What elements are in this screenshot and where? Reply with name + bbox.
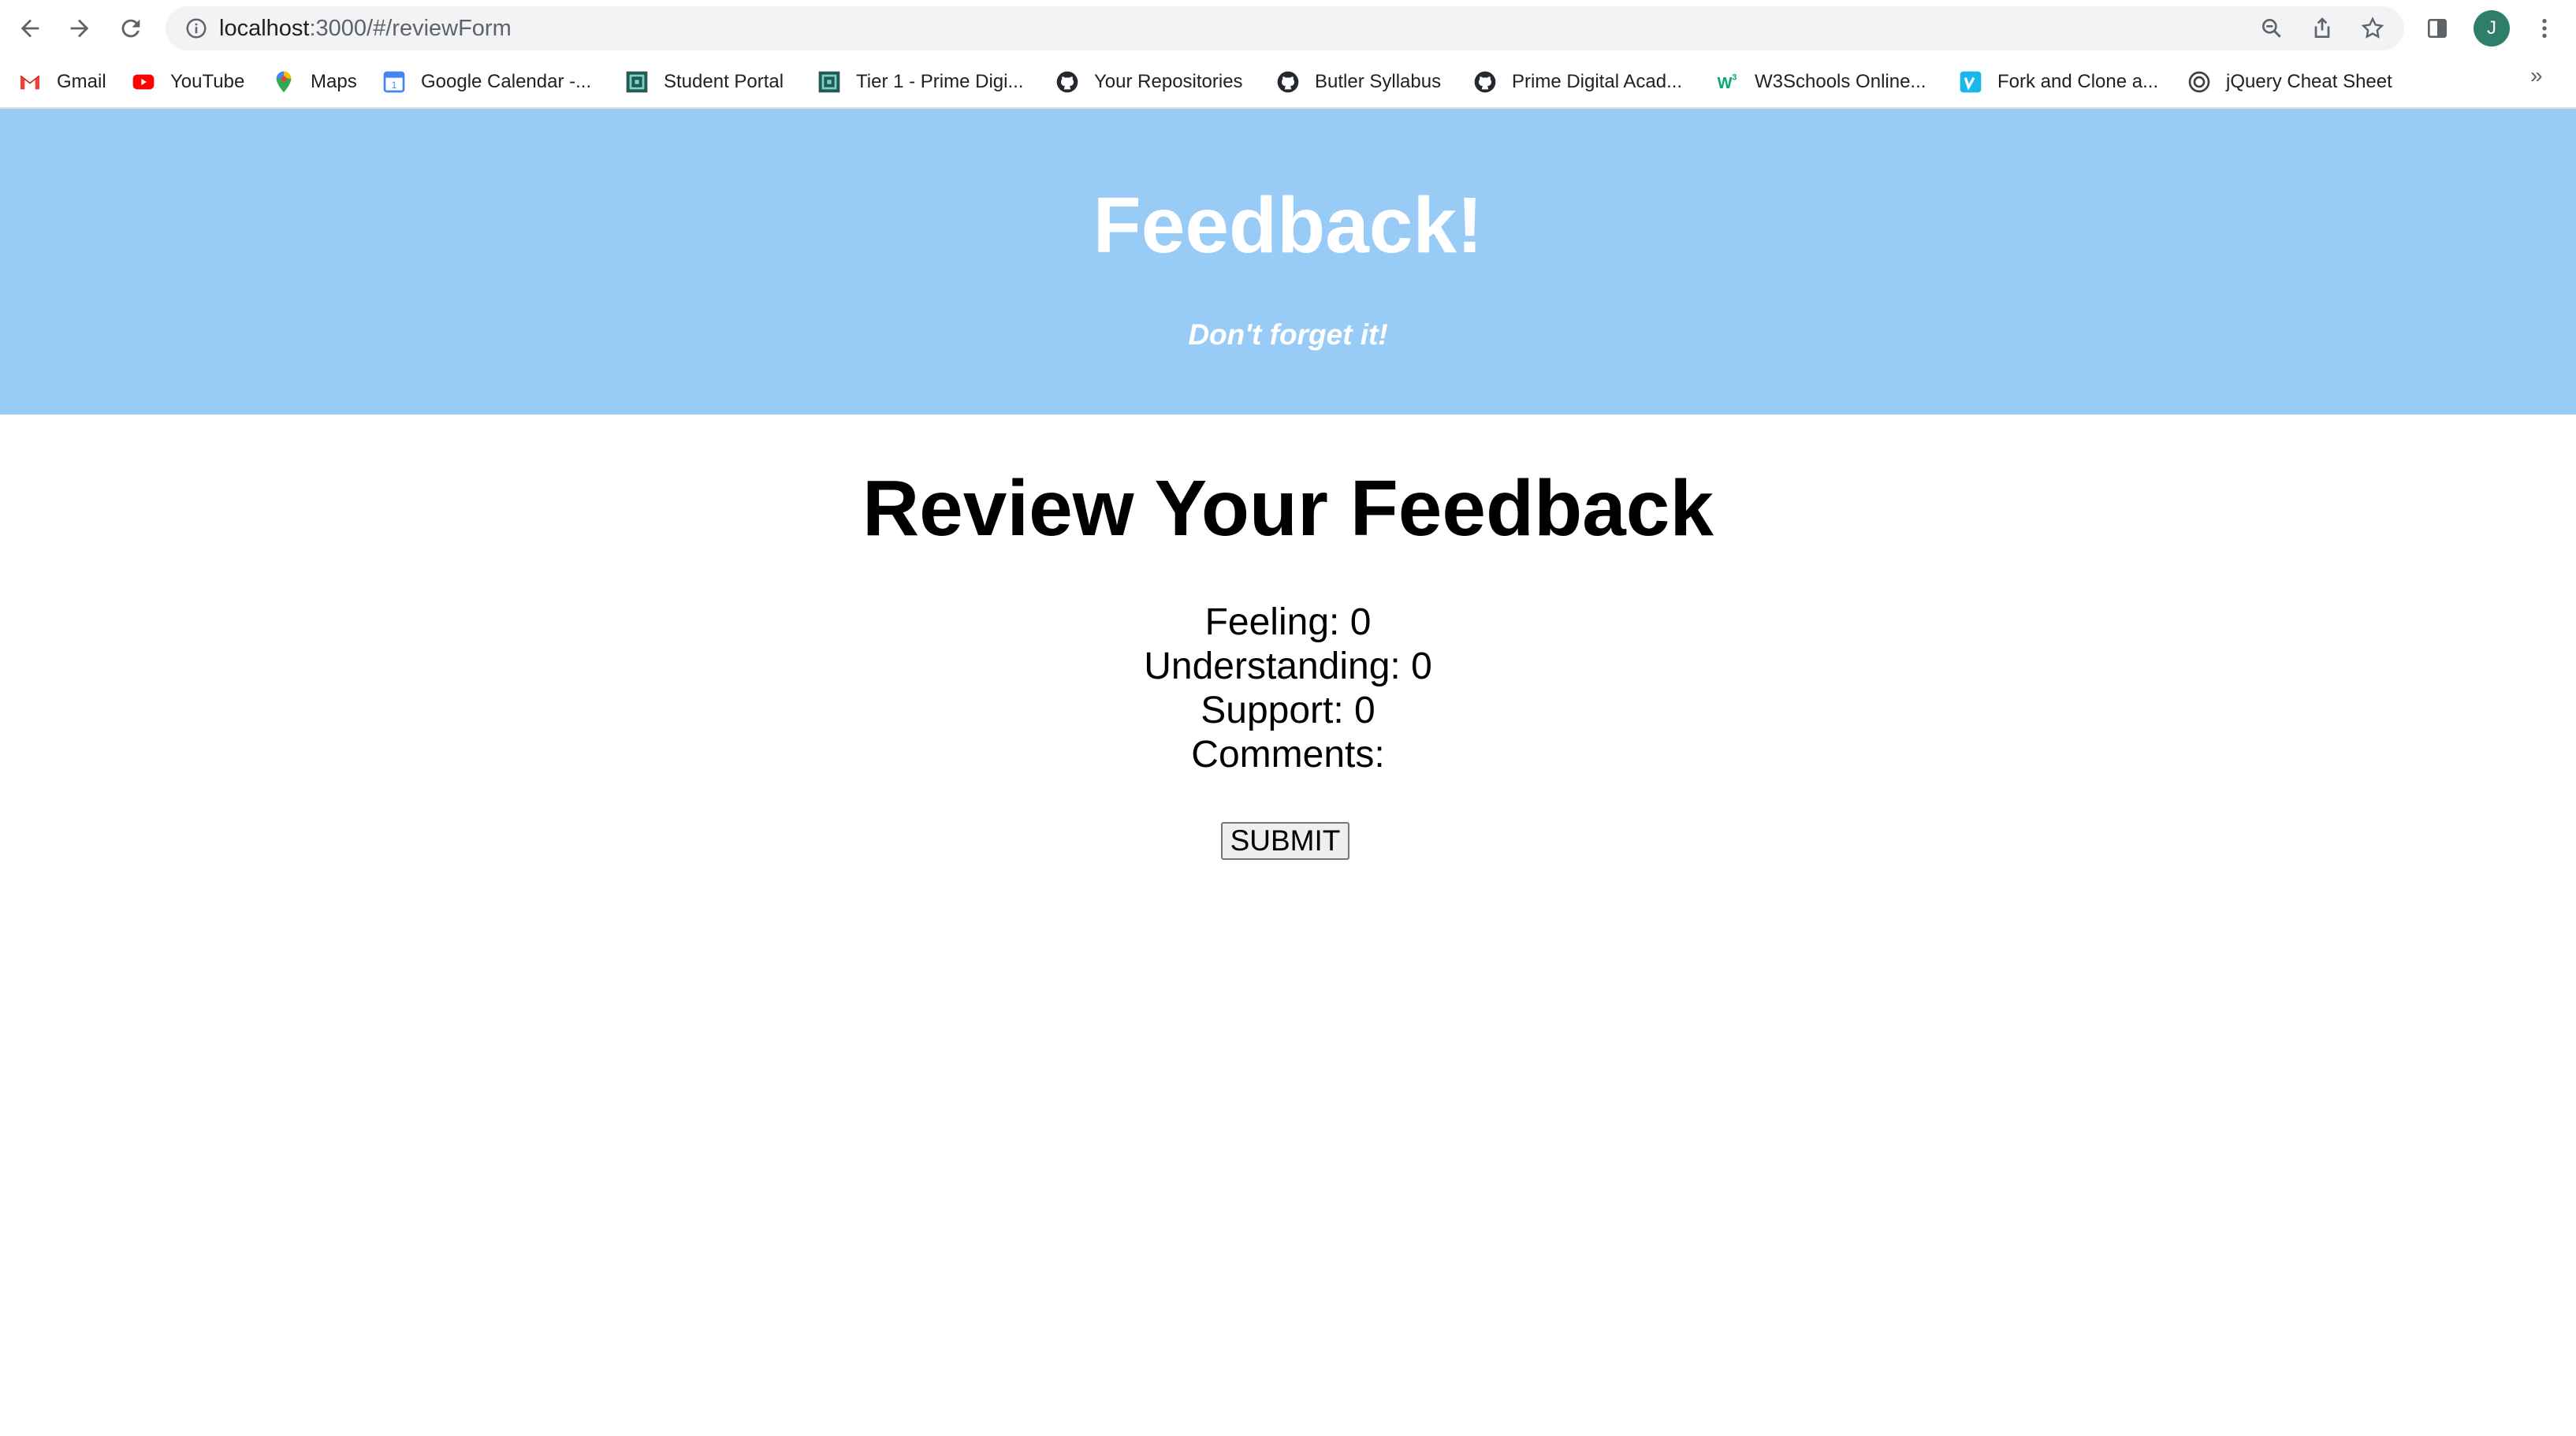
bookmark-prime-digital-academy[interactable]: Prime Digital Acad... [1472, 63, 1682, 101]
header-subtitle: Don't forget it! [1188, 318, 1388, 351]
comments-label: Comments: [1191, 734, 1385, 776]
understanding-value: 0 [1411, 645, 1432, 687]
back-button[interactable] [9, 8, 50, 49]
bookmark-gmail[interactable]: Gmail [17, 63, 106, 101]
bookmark-jquery-cheat-sheet[interactable]: jQuery Cheat Sheet [2187, 63, 2392, 101]
bookmark-label: Fork and Clone a... [1997, 71, 2159, 92]
header-title: Feedback! [1093, 181, 1483, 270]
bookmark-fork-and-clone[interactable]: Fork and Clone a... [1958, 63, 2158, 101]
bookmark-maps[interactable]: Maps [271, 63, 357, 101]
forward-button[interactable] [59, 8, 100, 49]
feeling-row: Feeling: 0 [0, 601, 2576, 645]
bookmark-butler-syllabus[interactable]: Butler Syllabus [1275, 63, 1441, 101]
bookmark-w3schools[interactable]: W3 W3Schools Online... [1715, 63, 1926, 101]
svg-text:3: 3 [1732, 73, 1737, 82]
bookmark-label: Maps [311, 71, 357, 92]
comments-row: Comments: [0, 733, 2576, 777]
more-bookmarks-chevron[interactable]: » [2530, 63, 2543, 88]
bookmark-youtube[interactable]: YouTube [131, 63, 244, 101]
support-value: 0 [1354, 690, 1375, 731]
bookmark-label: Butler Syllabus [1315, 71, 1442, 92]
profile-avatar[interactable]: J [2474, 10, 2510, 47]
youtube-icon [131, 69, 156, 95]
github-icon [1055, 69, 1080, 95]
github-icon [1472, 69, 1498, 95]
url-text[interactable]: localhost:3000/#/reviewForm [219, 6, 512, 50]
prime-icon [624, 69, 650, 95]
feeling-value: 0 [1349, 601, 1372, 643]
bookmark-label: Tier 1 - Prime Digi... [856, 71, 1024, 92]
support-label: Support: [1201, 690, 1355, 731]
support-row: Support: 0 [0, 689, 2576, 733]
bookmark-star-icon[interactable] [2355, 11, 2390, 46]
bookmark-label: Student Portal [664, 71, 784, 92]
review-summary: Feeling: 0 Understanding: 0 Support: 0 C… [0, 601, 2576, 777]
bookmarks-bar: Gmail YouTube Maps 1 Google Calendar -..… [0, 57, 2576, 109]
bookmark-label: Google Calendar -... [421, 71, 592, 92]
kebab-menu-icon[interactable] [2527, 11, 2562, 46]
understanding-label: Understanding: [1144, 645, 1412, 687]
feeling-label: Feeling: [1204, 601, 1350, 643]
reload-icon [121, 19, 140, 38]
url-path: :3000/#/reviewForm [309, 16, 512, 41]
target-icon [2187, 69, 2212, 95]
understanding-row: Understanding: 0 [0, 645, 2576, 689]
bookmark-your-repositories[interactable]: Your Repositories [1055, 63, 1243, 101]
maps-icon [271, 69, 296, 95]
zoom-icon[interactable] [2254, 11, 2289, 46]
submit-button[interactable]: SUBMIT [1221, 822, 1349, 860]
review-heading: Review Your Feedback [862, 464, 1714, 552]
arrow-right-icon [70, 19, 89, 38]
bookmark-label: YouTube [170, 71, 245, 92]
vimeo-icon [1958, 69, 1983, 95]
bookmark-label: Prime Digital Acad... [1512, 71, 1683, 92]
reload-button[interactable] [110, 8, 151, 49]
bookmark-label: jQuery Cheat Sheet [2226, 71, 2392, 92]
site-info-icon[interactable] [183, 15, 210, 42]
github-icon [1275, 69, 1301, 95]
w3schools-icon: W3 [1715, 69, 1740, 95]
bookmark-student-portal[interactable]: Student Portal [624, 63, 784, 101]
svg-text:W: W [1718, 75, 1733, 92]
share-icon[interactable] [2305, 11, 2340, 46]
bookmark-label: W3Schools Online... [1755, 71, 1926, 92]
bookmark-label: Your Repositories [1094, 71, 1243, 92]
app-header: Feedback! Don't forget it! [0, 109, 2576, 415]
arrow-left-icon [20, 19, 39, 38]
bookmark-tier-1[interactable]: Tier 1 - Prime Digi... [817, 63, 1023, 101]
gmail-icon [17, 69, 43, 95]
prime-icon [817, 69, 842, 95]
bookmark-label: Gmail [57, 71, 106, 92]
url-host: localhost [219, 16, 310, 41]
bookmark-google-calendar[interactable]: 1 Google Calendar -... [382, 63, 591, 101]
calendar-icon: 1 [382, 69, 407, 95]
side-panel-icon[interactable] [2420, 11, 2455, 46]
svg-text:1: 1 [392, 80, 397, 91]
browser-toolbar: localhost:3000/#/reviewForm J [0, 0, 2576, 57]
address-bar[interactable]: localhost:3000/#/reviewForm [166, 6, 2404, 50]
